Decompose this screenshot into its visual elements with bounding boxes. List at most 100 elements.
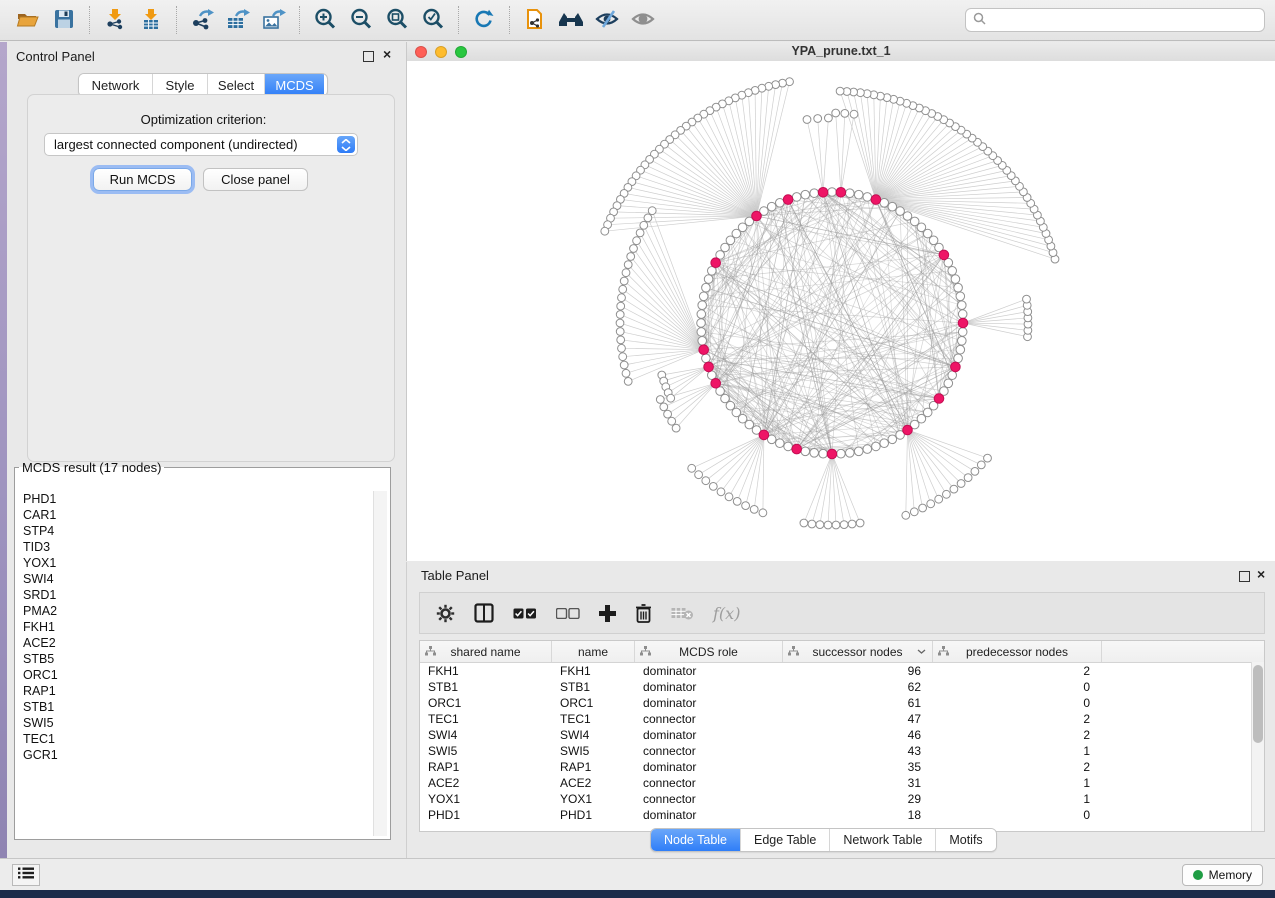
mcds-result-item[interactable]: SWI5 — [18, 715, 374, 731]
show-graphics-button[interactable] — [625, 5, 661, 35]
close-panel-icon[interactable]: × — [383, 47, 391, 61]
tab-style[interactable]: Style — [152, 74, 207, 96]
hide-graphics-button[interactable] — [589, 5, 625, 35]
desktop-wallpaper-strip — [0, 42, 7, 858]
column-header-name[interactable]: name — [552, 641, 635, 662]
table-cell-filler — [1102, 679, 1264, 695]
network-graph[interactable] — [407, 61, 1275, 561]
refresh-icon — [473, 8, 495, 33]
control-panel: Control Panel × Network Style Select MCD… — [7, 42, 400, 858]
mcds-list-scrollbar[interactable] — [373, 491, 387, 836]
network-window-titlebar[interactable]: YPA_prune.txt_1 — [407, 42, 1275, 62]
mcds-result-item[interactable]: CAR1 — [18, 507, 374, 523]
zoom-selected-icon — [422, 8, 444, 33]
status-bar: Memory — [0, 858, 1275, 890]
run-mcds-button[interactable]: Run MCDS — [93, 168, 192, 191]
table-cell: 0 — [933, 679, 1102, 695]
import-table-button[interactable] — [133, 5, 169, 35]
table-row[interactable]: STB1STB1dominator620 — [420, 679, 1264, 695]
table-row[interactable]: SWI5SWI5connector431 — [420, 743, 1264, 759]
mcds-result-item[interactable]: PMA2 — [18, 603, 374, 619]
table-cell-filler — [1102, 743, 1264, 759]
add-column-button[interactable] — [599, 605, 616, 622]
close-panel-icon[interactable]: × — [1257, 567, 1265, 581]
zoom-out-button[interactable] — [343, 5, 379, 35]
search-input[interactable] — [991, 12, 1257, 28]
mcds-result-item[interactable]: PHD1 — [18, 491, 374, 507]
memory-button[interactable]: Memory — [1182, 864, 1263, 886]
tab-network[interactable]: Network — [79, 74, 152, 96]
mcds-result-item[interactable]: RAP1 — [18, 683, 374, 699]
tab-select[interactable]: Select — [207, 74, 264, 96]
mcds-result-item[interactable]: GCR1 — [18, 747, 374, 763]
zoom-in-icon — [314, 8, 336, 33]
table-row[interactable]: PHD1PHD1dominator180 — [420, 807, 1264, 823]
mcds-result-item[interactable]: SRD1 — [18, 587, 374, 603]
table-panel: Table Panel × f(x) shared name name M — [406, 562, 1275, 858]
tab-node-table[interactable]: Node Table — [651, 829, 740, 851]
refresh-button[interactable] — [466, 5, 502, 35]
table-row[interactable]: SWI4SWI4dominator462 — [420, 727, 1264, 743]
mcds-result-item[interactable]: STB1 — [18, 699, 374, 715]
table-cell-filler — [1102, 695, 1264, 711]
table-cell: 0 — [933, 807, 1102, 823]
mcds-result-item[interactable]: STB5 — [18, 651, 374, 667]
table-scrollbar-thumb[interactable] — [1253, 665, 1263, 743]
show-panels-button[interactable] — [12, 864, 40, 886]
mcds-result-item[interactable]: STP4 — [18, 523, 374, 539]
search-field[interactable] — [965, 8, 1265, 32]
column-button[interactable] — [474, 603, 494, 623]
open-session-button[interactable] — [10, 5, 46, 35]
criterion-dropdown[interactable]: largest connected component (undirected) — [44, 133, 358, 156]
mcds-result-box: MCDS result (17 nodes) PHD1CAR1STP4TID3Y… — [14, 460, 391, 840]
zoom-selected-button[interactable] — [415, 5, 451, 35]
export-network-button[interactable] — [184, 5, 220, 35]
tab-network-table[interactable]: Network Table — [829, 829, 935, 851]
tab-edge-table[interactable]: Edge Table — [740, 829, 829, 851]
zoom-fit-button[interactable] — [379, 5, 415, 35]
table-cell: 43 — [783, 743, 933, 759]
float-panel-icon[interactable] — [1239, 571, 1250, 582]
table-row[interactable]: FKH1FKH1dominator962 — [420, 663, 1264, 679]
mcds-result-item[interactable]: TID3 — [18, 539, 374, 555]
export-table-button[interactable] — [220, 5, 256, 35]
column-header-mcds-role[interactable]: MCDS role — [635, 641, 783, 662]
birds-eye-button[interactable] — [553, 5, 589, 35]
mcds-result-item[interactable]: SWI4 — [18, 571, 374, 587]
column-header-predecessor-nodes[interactable]: predecessor nodes — [933, 641, 1102, 662]
table-row[interactable]: ACE2ACE2connector311 — [420, 775, 1264, 791]
optimization-criterion-label: Optimization criterion: — [7, 112, 400, 127]
tab-motifs[interactable]: Motifs — [935, 829, 995, 851]
table-cell: YOX1 — [420, 791, 552, 807]
zoom-in-button[interactable] — [307, 5, 343, 35]
export-table-icon — [226, 8, 250, 33]
float-panel-icon[interactable] — [363, 51, 374, 62]
import-table-icon — [140, 8, 162, 33]
table-row[interactable]: RAP1RAP1dominator352 — [420, 759, 1264, 775]
import-network-button[interactable] — [97, 5, 133, 35]
export-image-button[interactable] — [256, 5, 292, 35]
mcds-result-item[interactable]: TEC1 — [18, 731, 374, 747]
table-scrollbar[interactable] — [1251, 662, 1264, 831]
delete-column-button[interactable] — [635, 604, 652, 623]
table-cell: dominator — [635, 759, 783, 775]
tab-mcds[interactable]: MCDS — [264, 74, 324, 96]
table-cell: connector — [635, 743, 783, 759]
clone-network-button[interactable] — [517, 5, 553, 35]
column-header-filler — [1102, 641, 1264, 662]
column-header-successor-nodes[interactable]: successor nodes — [783, 641, 933, 662]
gear-button[interactable] — [436, 604, 455, 623]
table-row[interactable]: ORC1ORC1dominator610 — [420, 695, 1264, 711]
select-all-button[interactable] — [513, 608, 537, 619]
save-session-button[interactable] — [46, 5, 82, 35]
mcds-result-item[interactable]: ACE2 — [18, 635, 374, 651]
mcds-result-item[interactable]: ORC1 — [18, 667, 374, 683]
table-row[interactable]: YOX1YOX1connector291 — [420, 791, 1264, 807]
table-row[interactable]: TEC1TEC1connector472 — [420, 711, 1264, 727]
column-header-shared-name[interactable]: shared name — [420, 641, 552, 662]
close-panel-button[interactable]: Close panel — [203, 168, 308, 191]
mcds-result-item[interactable]: FKH1 — [18, 619, 374, 635]
deselect-all-button[interactable] — [556, 608, 580, 619]
table-cell: RAP1 — [552, 759, 635, 775]
mcds-result-item[interactable]: YOX1 — [18, 555, 374, 571]
